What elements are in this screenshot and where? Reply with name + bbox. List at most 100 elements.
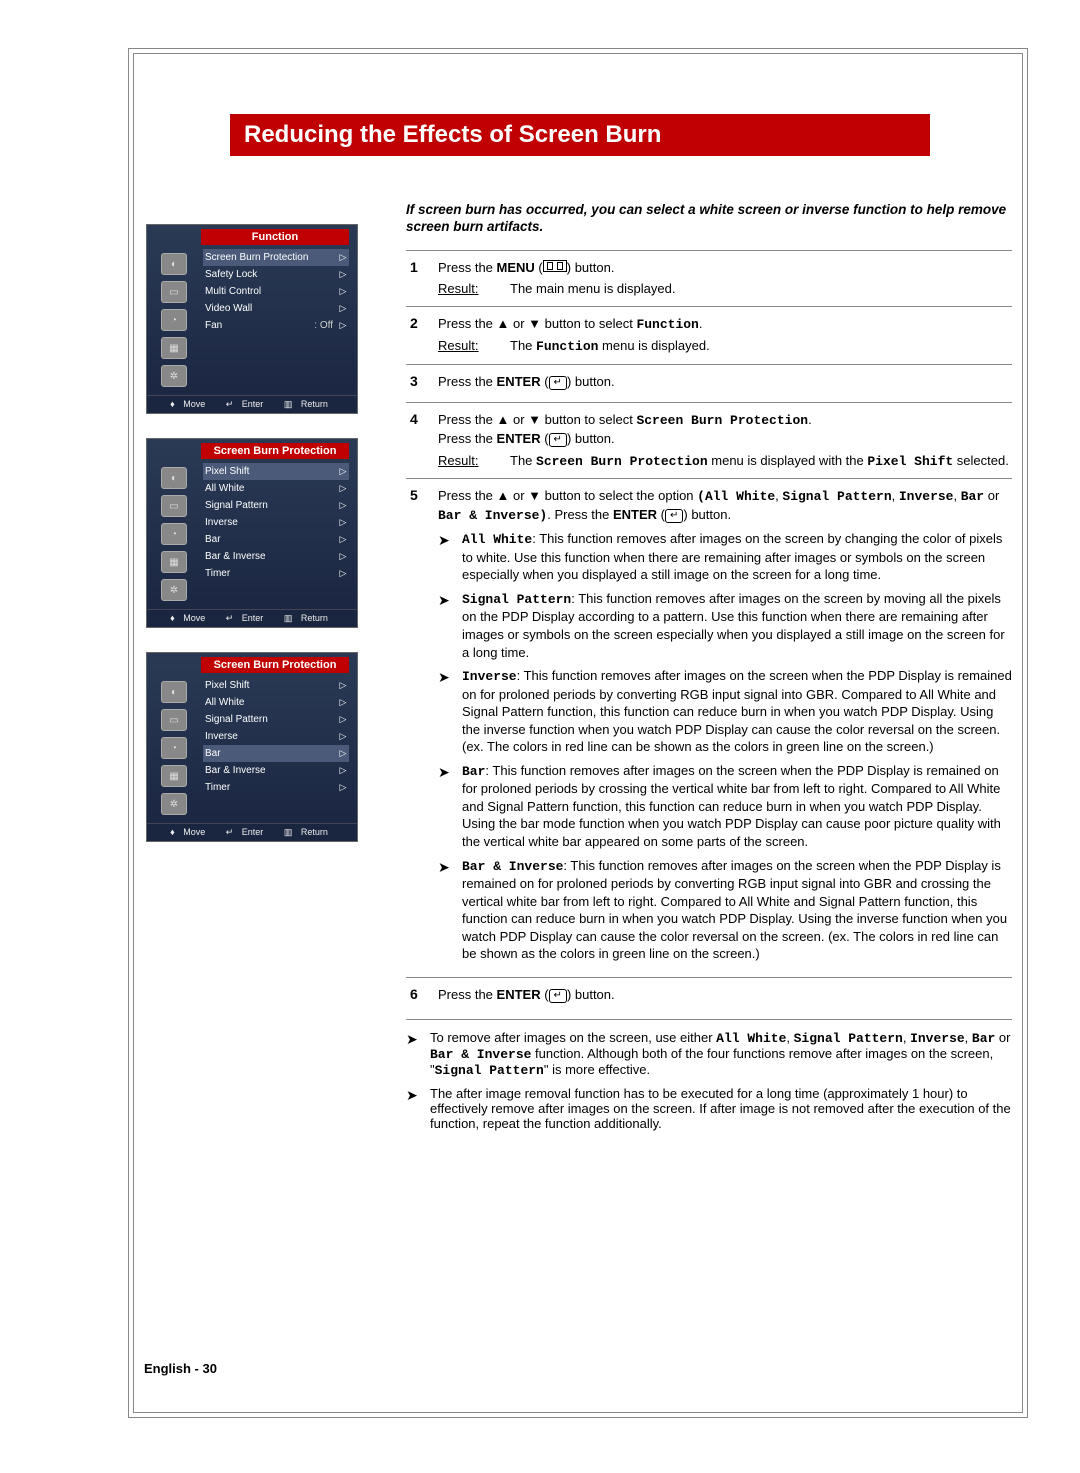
notes: ➤To remove after images on the screen, u… (406, 1019, 1012, 1131)
enter-icon: ↵ (665, 509, 683, 523)
bullet-icon: ➤ (406, 1086, 430, 1131)
chevron-right-icon: ▷ (339, 731, 347, 742)
osd-row: Timer▷ (203, 565, 349, 582)
enter-icon: ↵ (549, 433, 567, 447)
step-5: 5 Press the ▲ or ▼ button to select the … (406, 478, 1012, 977)
step-number: 6 (406, 986, 438, 1008)
osd-row: Inverse▷ (203, 728, 349, 745)
chevron-right-icon: ▷ (339, 568, 347, 579)
page-number: English - 30 (144, 1361, 217, 1376)
list-item: ➤All White: This function removes after … (438, 530, 1012, 584)
page-frame-inner: Reducing the Effects of Screen Burn Func… (133, 53, 1023, 1413)
sound-icon: ▭ (161, 281, 187, 303)
bullet-icon: ➤ (406, 1030, 430, 1078)
step-6: 6 Press the ENTER (↵) button. (406, 977, 1012, 1016)
page-frame: Reducing the Effects of Screen Burn Func… (128, 48, 1028, 1418)
instructions: If screen burn has occurred, you can sel… (406, 202, 1012, 1139)
bullet-icon: ➤ (438, 762, 462, 851)
setup-icon: ✲ (161, 793, 187, 815)
osd-row: Pixel Shift▷ (203, 463, 349, 480)
step-number: 4 (406, 411, 438, 470)
osd-row: Bar & Inverse▷ (203, 548, 349, 565)
list-item: ➤Bar & Inverse: This function removes af… (438, 857, 1012, 963)
list-item: ➤Signal Pattern: This function removes a… (438, 590, 1012, 661)
menu-icon (543, 260, 567, 272)
osd-footer: ♦ Move ↵ Enter ▥ Return (147, 609, 357, 627)
chevron-right-icon: ▷ (339, 782, 347, 793)
chevron-right-icon: ▷ (339, 252, 347, 263)
enter-icon: ↵ (549, 989, 567, 1003)
step-1: 1 Press the MENU () button. Result:The m… (406, 250, 1012, 306)
chevron-right-icon: ▷ (339, 765, 347, 776)
bullet-icon: ➤ (438, 667, 462, 756)
enter-icon: ↵ (549, 376, 567, 390)
step-3: 3 Press the ENTER (↵) button. (406, 364, 1012, 403)
osd-row: Pixel Shift▷ (203, 677, 349, 694)
osd-function-menu: Function ◐ ▭ ◔ ▦ ✲ Screen Burn Protectio… (146, 224, 358, 414)
osd-sbp-menu-1: Screen Burn Protection ◐ ▭ ◔ ▦ ✲ Pixel S… (146, 438, 358, 628)
osd-footer: ♦ Move ↵ Enter ▥ Return (147, 823, 357, 841)
chevron-right-icon: ▷ (339, 517, 347, 528)
osd-row: All White▷ (203, 694, 349, 711)
timer-icon: ◔ (161, 309, 187, 331)
step-number: 5 (406, 487, 438, 969)
list-item: ➤Inverse: This function removes after im… (438, 667, 1012, 756)
osd-row: Bar▷ (203, 745, 349, 762)
osd-header: Screen Burn Protection (201, 657, 349, 673)
osd-row: Safety Lock▷ (203, 266, 349, 283)
timer-icon: ◔ (161, 737, 187, 759)
sound-icon: ▭ (161, 709, 187, 731)
picture-icon: ◐ (161, 253, 187, 275)
step-number: 2 (406, 315, 438, 356)
osd-row: All White▷ (203, 480, 349, 497)
step-number: 3 (406, 373, 438, 395)
osd-row: Timer▷ (203, 779, 349, 796)
chevron-right-icon: ▷ (339, 500, 347, 511)
osd-row: Bar & Inverse▷ (203, 762, 349, 779)
chevron-right-icon: ▷ (339, 320, 347, 331)
chevron-right-icon: ▷ (339, 680, 347, 691)
chevron-right-icon: ▷ (339, 714, 347, 725)
osd-row: Multi Control▷ (203, 283, 349, 300)
picture-icon: ◐ (161, 681, 187, 703)
chevron-right-icon: ▷ (339, 534, 347, 545)
bullet-icon: ➤ (438, 530, 462, 584)
osd-column: Function ◐ ▭ ◔ ▦ ✲ Screen Burn Protectio… (146, 224, 366, 866)
step-number: 1 (406, 259, 438, 298)
chevron-right-icon: ▷ (339, 286, 347, 297)
osd-footer: ♦ Move ↵ Enter ▥ Return (147, 395, 357, 413)
osd-row: Inverse▷ (203, 514, 349, 531)
chevron-right-icon: ▷ (339, 697, 347, 708)
sound-icon: ▭ (161, 495, 187, 517)
osd-header: Function (201, 229, 349, 245)
osd-row: Signal Pattern▷ (203, 711, 349, 728)
osd-row: Screen Burn Protection▷ (203, 249, 349, 266)
osd-icon-strip: ◐ ▭ ◔ ▦ ✲ (147, 673, 201, 823)
step-2: 2 Press the ▲ or ▼ button to select Func… (406, 306, 1012, 364)
osd-row: Bar▷ (203, 531, 349, 548)
osd-header: Screen Burn Protection (201, 443, 349, 459)
function-icon: ▦ (161, 551, 187, 573)
chevron-right-icon: ▷ (339, 269, 347, 280)
page: Reducing the Effects of Screen Burn Func… (0, 0, 1080, 1473)
step-4: 4 Press the ▲ or ▼ button to select Scre… (406, 402, 1012, 478)
osd-row: Fan: Off▷ (203, 317, 349, 334)
setup-icon: ✲ (161, 579, 187, 601)
intro-text: If screen burn has occurred, you can sel… (406, 202, 1012, 236)
picture-icon: ◐ (161, 467, 187, 489)
osd-icon-strip: ◐ ▭ ◔ ▦ ✲ (147, 245, 201, 395)
chevron-right-icon: ▷ (339, 483, 347, 494)
list-item: ➤To remove after images on the screen, u… (406, 1030, 1012, 1078)
chevron-right-icon: ▷ (339, 303, 347, 314)
bullet-icon: ➤ (438, 857, 462, 963)
list-item: ➤Bar: This function removes after images… (438, 762, 1012, 851)
function-icon: ▦ (161, 765, 187, 787)
osd-row: Signal Pattern▷ (203, 497, 349, 514)
osd-sbp-menu-2: Screen Burn Protection ◐ ▭ ◔ ▦ ✲ Pixel S… (146, 652, 358, 842)
chevron-right-icon: ▷ (339, 551, 347, 562)
setup-icon: ✲ (161, 365, 187, 387)
timer-icon: ◔ (161, 523, 187, 545)
osd-row: Video Wall▷ (203, 300, 349, 317)
page-title: Reducing the Effects of Screen Burn (230, 114, 930, 156)
osd-icon-strip: ◐ ▭ ◔ ▦ ✲ (147, 459, 201, 609)
